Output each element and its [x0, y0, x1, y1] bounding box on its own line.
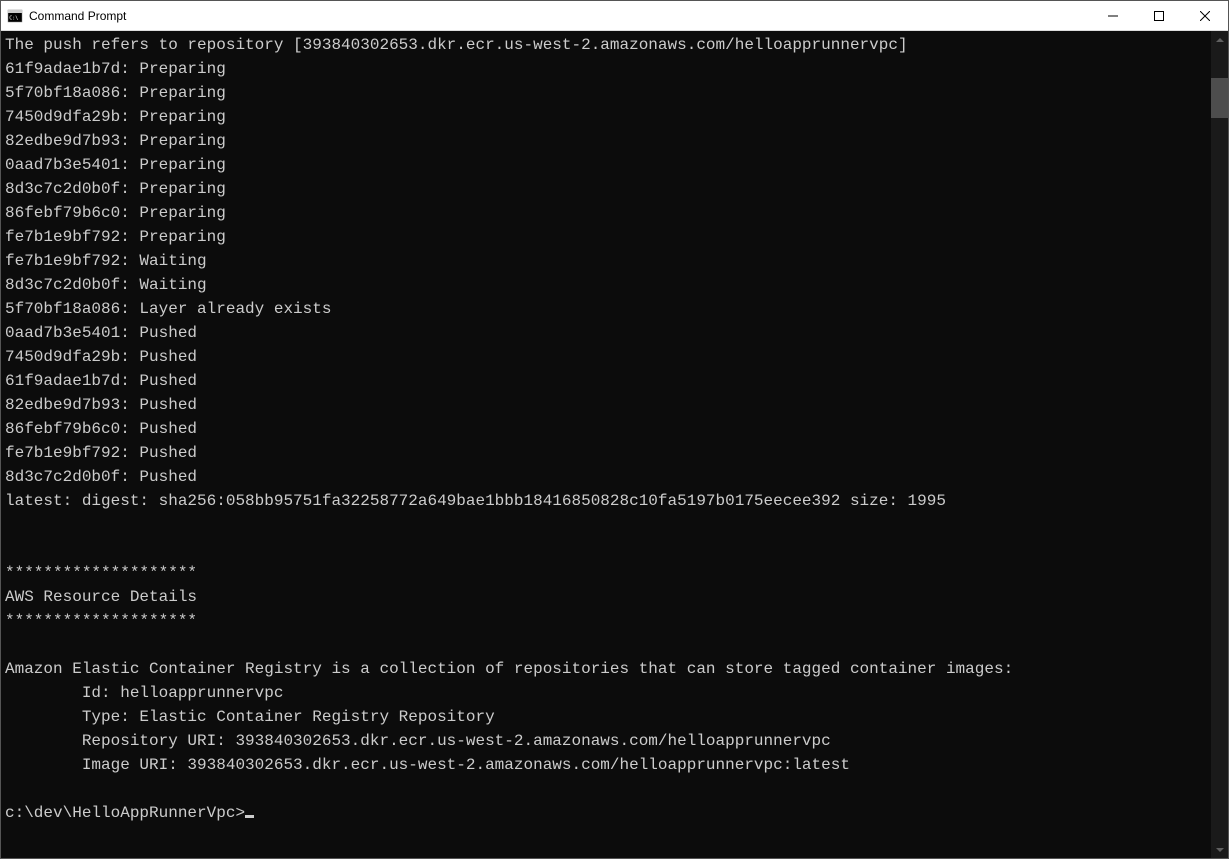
command-prompt-window: C:\ Command Prompt The push refers to re…	[0, 0, 1229, 859]
window-controls	[1090, 1, 1228, 30]
terminal-prompt[interactable]: c:\dev\HelloAppRunnerVpc>	[5, 801, 1211, 825]
terminal-line: fe7b1e9bf792: Preparing	[5, 225, 1211, 249]
close-button[interactable]	[1182, 1, 1228, 30]
svg-text:C:\: C:\	[9, 15, 18, 21]
chevron-up-icon	[1216, 38, 1224, 42]
terminal-line: 7450d9dfa29b: Preparing	[5, 105, 1211, 129]
terminal-line: 5f70bf18a086: Layer already exists	[5, 297, 1211, 321]
terminal-line: fe7b1e9bf792: Waiting	[5, 249, 1211, 273]
chevron-down-icon	[1216, 848, 1224, 852]
terminal-line: 5f70bf18a086: Preparing	[5, 81, 1211, 105]
prompt-text: c:\dev\HelloAppRunnerVpc>	[5, 804, 245, 822]
terminal-area: The push refers to repository [393840302…	[1, 31, 1228, 858]
terminal-line: 82edbe9d7b93: Pushed	[5, 393, 1211, 417]
terminal-line: 0aad7b3e5401: Preparing	[5, 153, 1211, 177]
terminal-line: 8d3c7c2d0b0f: Waiting	[5, 273, 1211, 297]
terminal-line: 61f9adae1b7d: Preparing	[5, 57, 1211, 81]
minimize-button[interactable]	[1090, 1, 1136, 30]
terminal-line: 86febf79b6c0: Pushed	[5, 417, 1211, 441]
scrollbar-track[interactable]	[1211, 48, 1228, 841]
terminal-line: Id: helloapprunnervpc	[5, 681, 1211, 705]
terminal-line: Type: Elastic Container Registry Reposit…	[5, 705, 1211, 729]
cursor	[245, 815, 254, 818]
terminal-line: Amazon Elastic Container Registry is a c…	[5, 657, 1211, 681]
scrollbar-down-button[interactable]	[1211, 841, 1228, 858]
terminal-line: The push refers to repository [393840302…	[5, 33, 1211, 57]
window-title: Command Prompt	[29, 9, 1090, 23]
terminal-line: ********************	[5, 561, 1211, 585]
vertical-scrollbar[interactable]	[1211, 31, 1228, 858]
titlebar[interactable]: C:\ Command Prompt	[1, 1, 1228, 31]
terminal-line: 8d3c7c2d0b0f: Pushed	[5, 465, 1211, 489]
terminal-line: Image URI: 393840302653.dkr.ecr.us-west-…	[5, 753, 1211, 777]
terminal-line: 7450d9dfa29b: Pushed	[5, 345, 1211, 369]
app-icon: C:\	[7, 8, 23, 24]
scrollbar-thumb[interactable]	[1211, 78, 1228, 118]
scrollbar-up-button[interactable]	[1211, 31, 1228, 48]
terminal-line	[5, 537, 1211, 561]
terminal-line: latest: digest: sha256:058bb95751fa32258…	[5, 489, 1211, 513]
terminal-line: 82edbe9d7b93: Preparing	[5, 129, 1211, 153]
terminal-line: ********************	[5, 609, 1211, 633]
terminal-line: 8d3c7c2d0b0f: Preparing	[5, 177, 1211, 201]
terminal-line	[5, 777, 1211, 801]
terminal-line: AWS Resource Details	[5, 585, 1211, 609]
maximize-button[interactable]	[1136, 1, 1182, 30]
terminal-line	[5, 633, 1211, 657]
terminal-line: fe7b1e9bf792: Pushed	[5, 441, 1211, 465]
terminal-line: 86febf79b6c0: Preparing	[5, 201, 1211, 225]
terminal-output[interactable]: The push refers to repository [393840302…	[1, 31, 1211, 858]
terminal-line: 0aad7b3e5401: Pushed	[5, 321, 1211, 345]
terminal-line	[5, 513, 1211, 537]
terminal-line: 61f9adae1b7d: Pushed	[5, 369, 1211, 393]
terminal-line: Repository URI: 393840302653.dkr.ecr.us-…	[5, 729, 1211, 753]
